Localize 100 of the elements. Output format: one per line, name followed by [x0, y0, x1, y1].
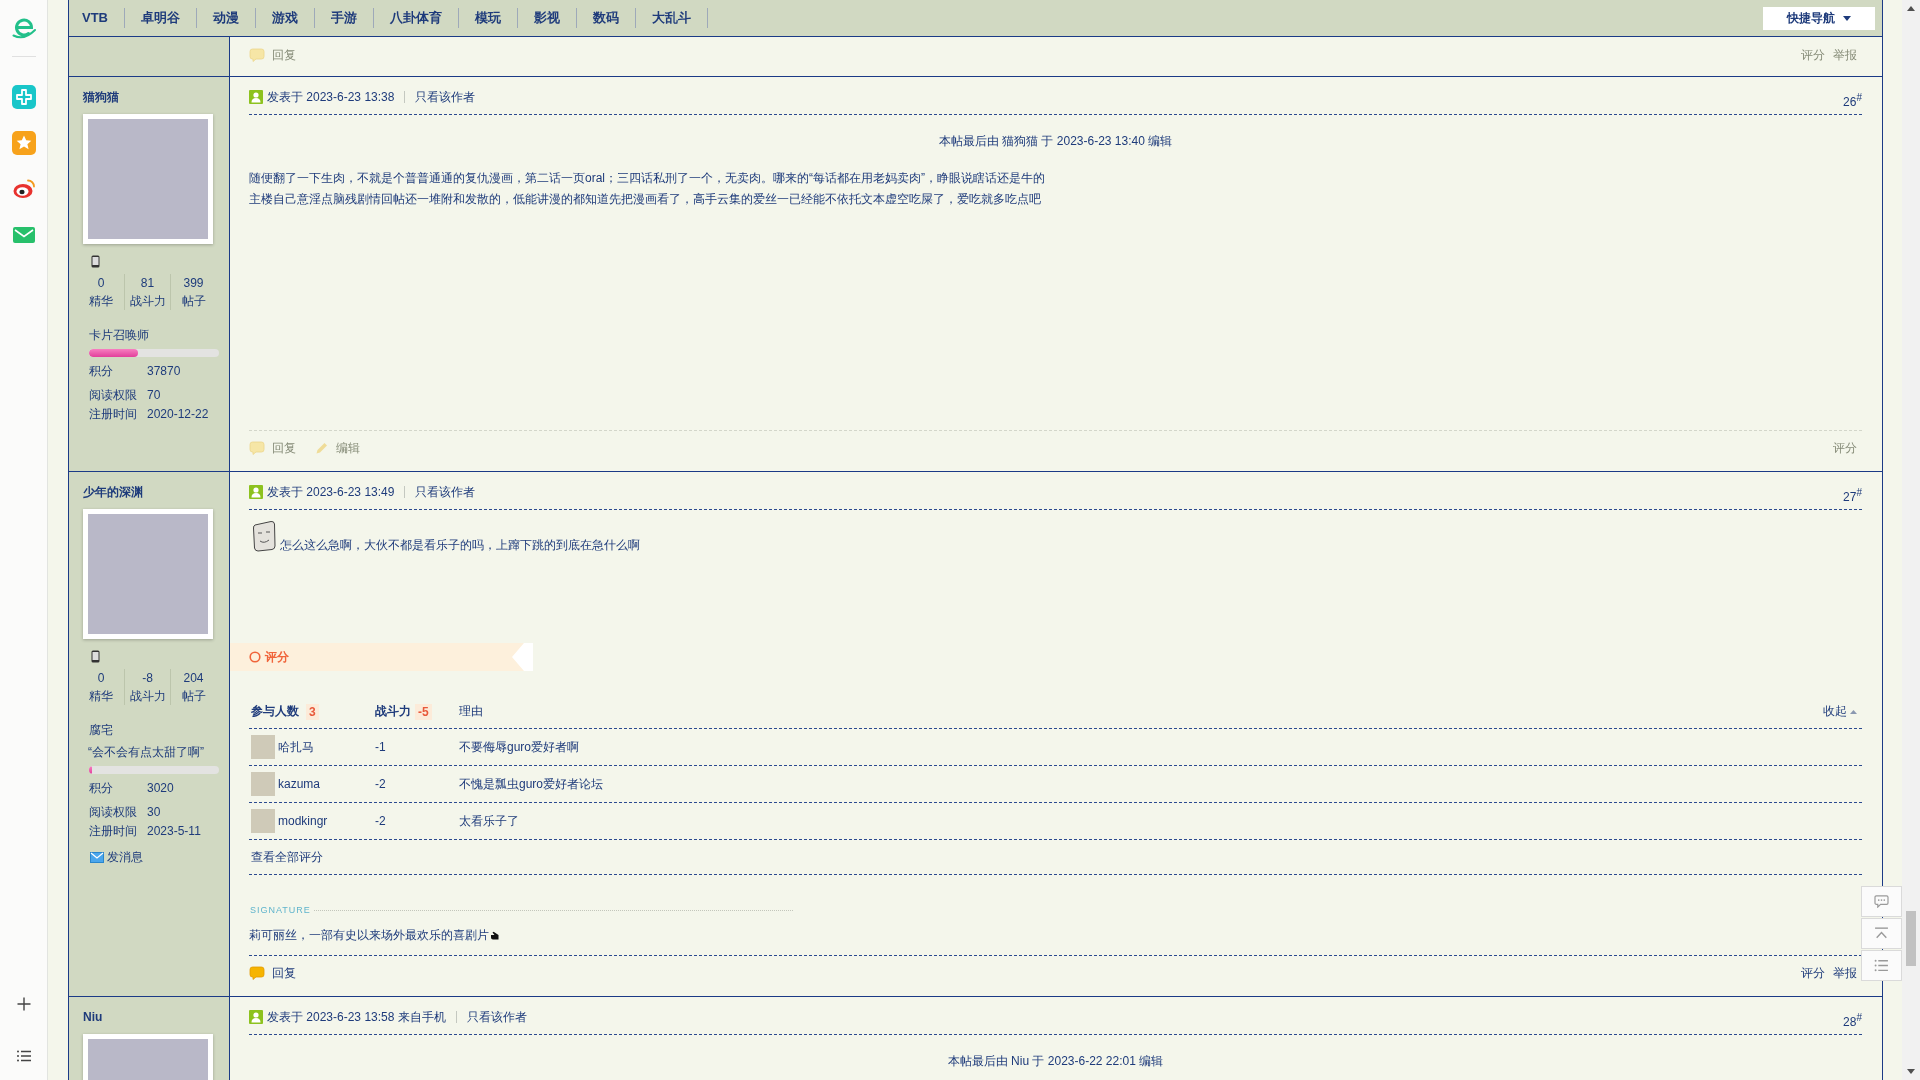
- collapse-link[interactable]: 收起: [1823, 703, 1857, 720]
- post-text: 随便翻了一下生肉，不就是个普普通通的复仇漫画，第二话一页oral；三四话私刑了一个，无卖肉。哪来的“每话都在用老妈卖肉”，睁眼说瞎话还是牛的 主楼自己意淫点脑残剧情回帖还一堆附和发散的，低能讲漫的都知道先把漫画看了，高手云集的爱丝一已经能不依托文本虚空吃屎了，爱吃就多吃点吧: [249, 171, 1045, 206]
- post-date: 发表于 2023-6-23 13:58: [267, 1009, 395, 1026]
- info-value: 70: [147, 387, 161, 404]
- column-total: -5: [415, 703, 432, 720]
- list-icon: [1874, 959, 1889, 972]
- pencil-icon: [315, 441, 329, 455]
- stat-value: 0: [97, 275, 105, 292]
- post-date: 发表于 2023-6-23 13:49: [267, 484, 395, 501]
- score-cell-text: -1: [375, 740, 387, 754]
- signature-label: SIGNATURE: [250, 904, 311, 916]
- only-author-link[interactable]: 只看该作者: [415, 482, 476, 502]
- info-value: 37870: [147, 363, 181, 380]
- star-tile-icon[interactable]: [11, 131, 36, 155]
- info-label: 阅读权限: [89, 804, 138, 821]
- user-group-label: 腐宅: [89, 722, 113, 739]
- mail-icon: [90, 852, 104, 863]
- custom-title: “会不会有点太甜了啊”: [88, 744, 204, 761]
- only-author-link[interactable]: 只看该作者: [467, 1007, 528, 1027]
- score-cell-text: -2: [375, 777, 387, 791]
- rater-name[interactable]: modkingr: [278, 814, 328, 828]
- scrollbar[interactable]: [1902, 0, 1920, 1080]
- stat-value: 204: [183, 670, 204, 687]
- info-value: 30: [147, 804, 161, 821]
- list-button[interactable]: [1861, 950, 1902, 981]
- nav-link[interactable]: VTB: [69, 8, 124, 28]
- user-icon: [249, 90, 263, 104]
- nav-link[interactable]: 影视: [518, 8, 576, 28]
- stat-value: 399: [183, 275, 204, 292]
- reply-link[interactable]: 回复: [249, 964, 296, 982]
- caret-up-icon[interactable]: [1907, 6, 1915, 11]
- pointing-hand-icon: [490, 930, 500, 940]
- sticker-icon: [252, 520, 276, 552]
- rater-name[interactable]: kazuma: [278, 777, 321, 791]
- speech-bubble-icon: [249, 48, 265, 62]
- avatar-placeholder[interactable]: [83, 509, 213, 639]
- floor-number[interactable]: 28$^{#}$: [1843, 1002, 1862, 1032]
- column-header: 参与人数: [251, 703, 299, 720]
- info-label: 注册时间: [89, 823, 138, 840]
- post-source: 来自手机: [398, 1009, 447, 1026]
- back-to-top-button[interactable]: [1861, 918, 1902, 949]
- nav-link[interactable]: 游戏: [256, 8, 314, 28]
- comment-button[interactable]: [1861, 886, 1902, 917]
- nav-link[interactable]: 数码: [577, 8, 635, 28]
- info-label: 积分: [89, 363, 114, 380]
- rater-name[interactable]: 哈扎马: [278, 738, 314, 756]
- eye-icon[interactable]: [11, 177, 36, 201]
- nav-link[interactable]: 模玩: [459, 8, 517, 28]
- info-value: 3020: [147, 780, 174, 797]
- only-author-link[interactable]: 只看该作者: [415, 87, 476, 107]
- post-date: 发表于 2023-6-23 13:38: [267, 89, 395, 106]
- view-all-ratings-link[interactable]: 查看全部评分: [251, 848, 323, 866]
- nav-link[interactable]: 八卦体育: [374, 8, 458, 28]
- caret-up-icon: [1850, 709, 1857, 714]
- column-total: 3: [306, 703, 319, 720]
- stat-label: 帖子: [181, 688, 206, 705]
- speech-bubble-icon: [249, 441, 265, 455]
- mail-icon[interactable]: [12, 227, 35, 243]
- stat-label: 精华: [89, 688, 113, 705]
- send-message-link[interactable]: 发消息: [90, 848, 143, 867]
- author-name[interactable]: 猫狗猫: [83, 89, 119, 105]
- nav-link[interactable]: 手游: [315, 8, 373, 28]
- action-link[interactable]: 评分: [1801, 964, 1825, 982]
- floor-number[interactable]: 26$^{#}$: [1843, 82, 1862, 112]
- column-header: 战斗力: [375, 703, 411, 720]
- stat-label: 战斗力: [129, 688, 166, 705]
- nav-link[interactable]: 动漫: [197, 8, 255, 28]
- stat-value: 81: [140, 275, 155, 292]
- scrollbar-thumb[interactable]: [1906, 911, 1916, 966]
- user-icon: [249, 485, 263, 499]
- list-icon[interactable]: [15, 1048, 32, 1064]
- reason-cell: 不愧是瓢虫guro爱好者论坛: [459, 775, 604, 793]
- edit-note: 本帖最后由 猫狗猫 于 2023-6-23 13:40 编辑: [938, 134, 1173, 148]
- floor-number[interactable]: 27$^{#}$: [1843, 477, 1862, 507]
- score-cell-text: -2: [375, 814, 387, 828]
- stat-label: 战斗力: [129, 293, 166, 310]
- info-label: 阅读权限: [89, 387, 138, 404]
- nav-link[interactable]: 卓明谷: [125, 8, 196, 28]
- chat-bubble-icon: [1874, 895, 1889, 908]
- info-value: 2023-5-11: [147, 823, 201, 840]
- action-link[interactable]: 举报: [1833, 964, 1857, 982]
- edit-note: 本帖最后由 Niu 于 2023-6-22 22:01 编辑: [947, 1054, 1164, 1068]
- post-text: 怎么这么急啊，大伙不都是看乐子的吗，上蹿下跳的到底在急什么啊: [280, 538, 640, 552]
- author-name[interactable]: 少年的深渊: [83, 484, 143, 500]
- avatar-placeholder[interactable]: [83, 114, 213, 244]
- nav-link[interactable]: 大乱斗: [636, 8, 707, 28]
- ring-icon: [249, 651, 261, 663]
- column-header: 理由: [459, 703, 483, 720]
- reason-cell: 太看乐子了: [459, 812, 519, 830]
- caret-icon: [1843, 15, 1851, 21]
- caret-down-icon[interactable]: [1907, 1069, 1915, 1074]
- info-value: 2020-12-22: [147, 406, 209, 423]
- rating-title: 评分: [265, 648, 289, 666]
- cross-tile-icon[interactable]: [11, 85, 36, 109]
- stat-value: 0: [97, 670, 105, 687]
- user-icon: [249, 1010, 263, 1024]
- author-name[interactable]: Niu: [83, 1009, 103, 1025]
- back-to-top-icon: [1874, 927, 1889, 940]
- quick-nav-button[interactable]: 快捷导航: [1763, 6, 1875, 30]
- plus-icon[interactable]: [15, 996, 32, 1012]
